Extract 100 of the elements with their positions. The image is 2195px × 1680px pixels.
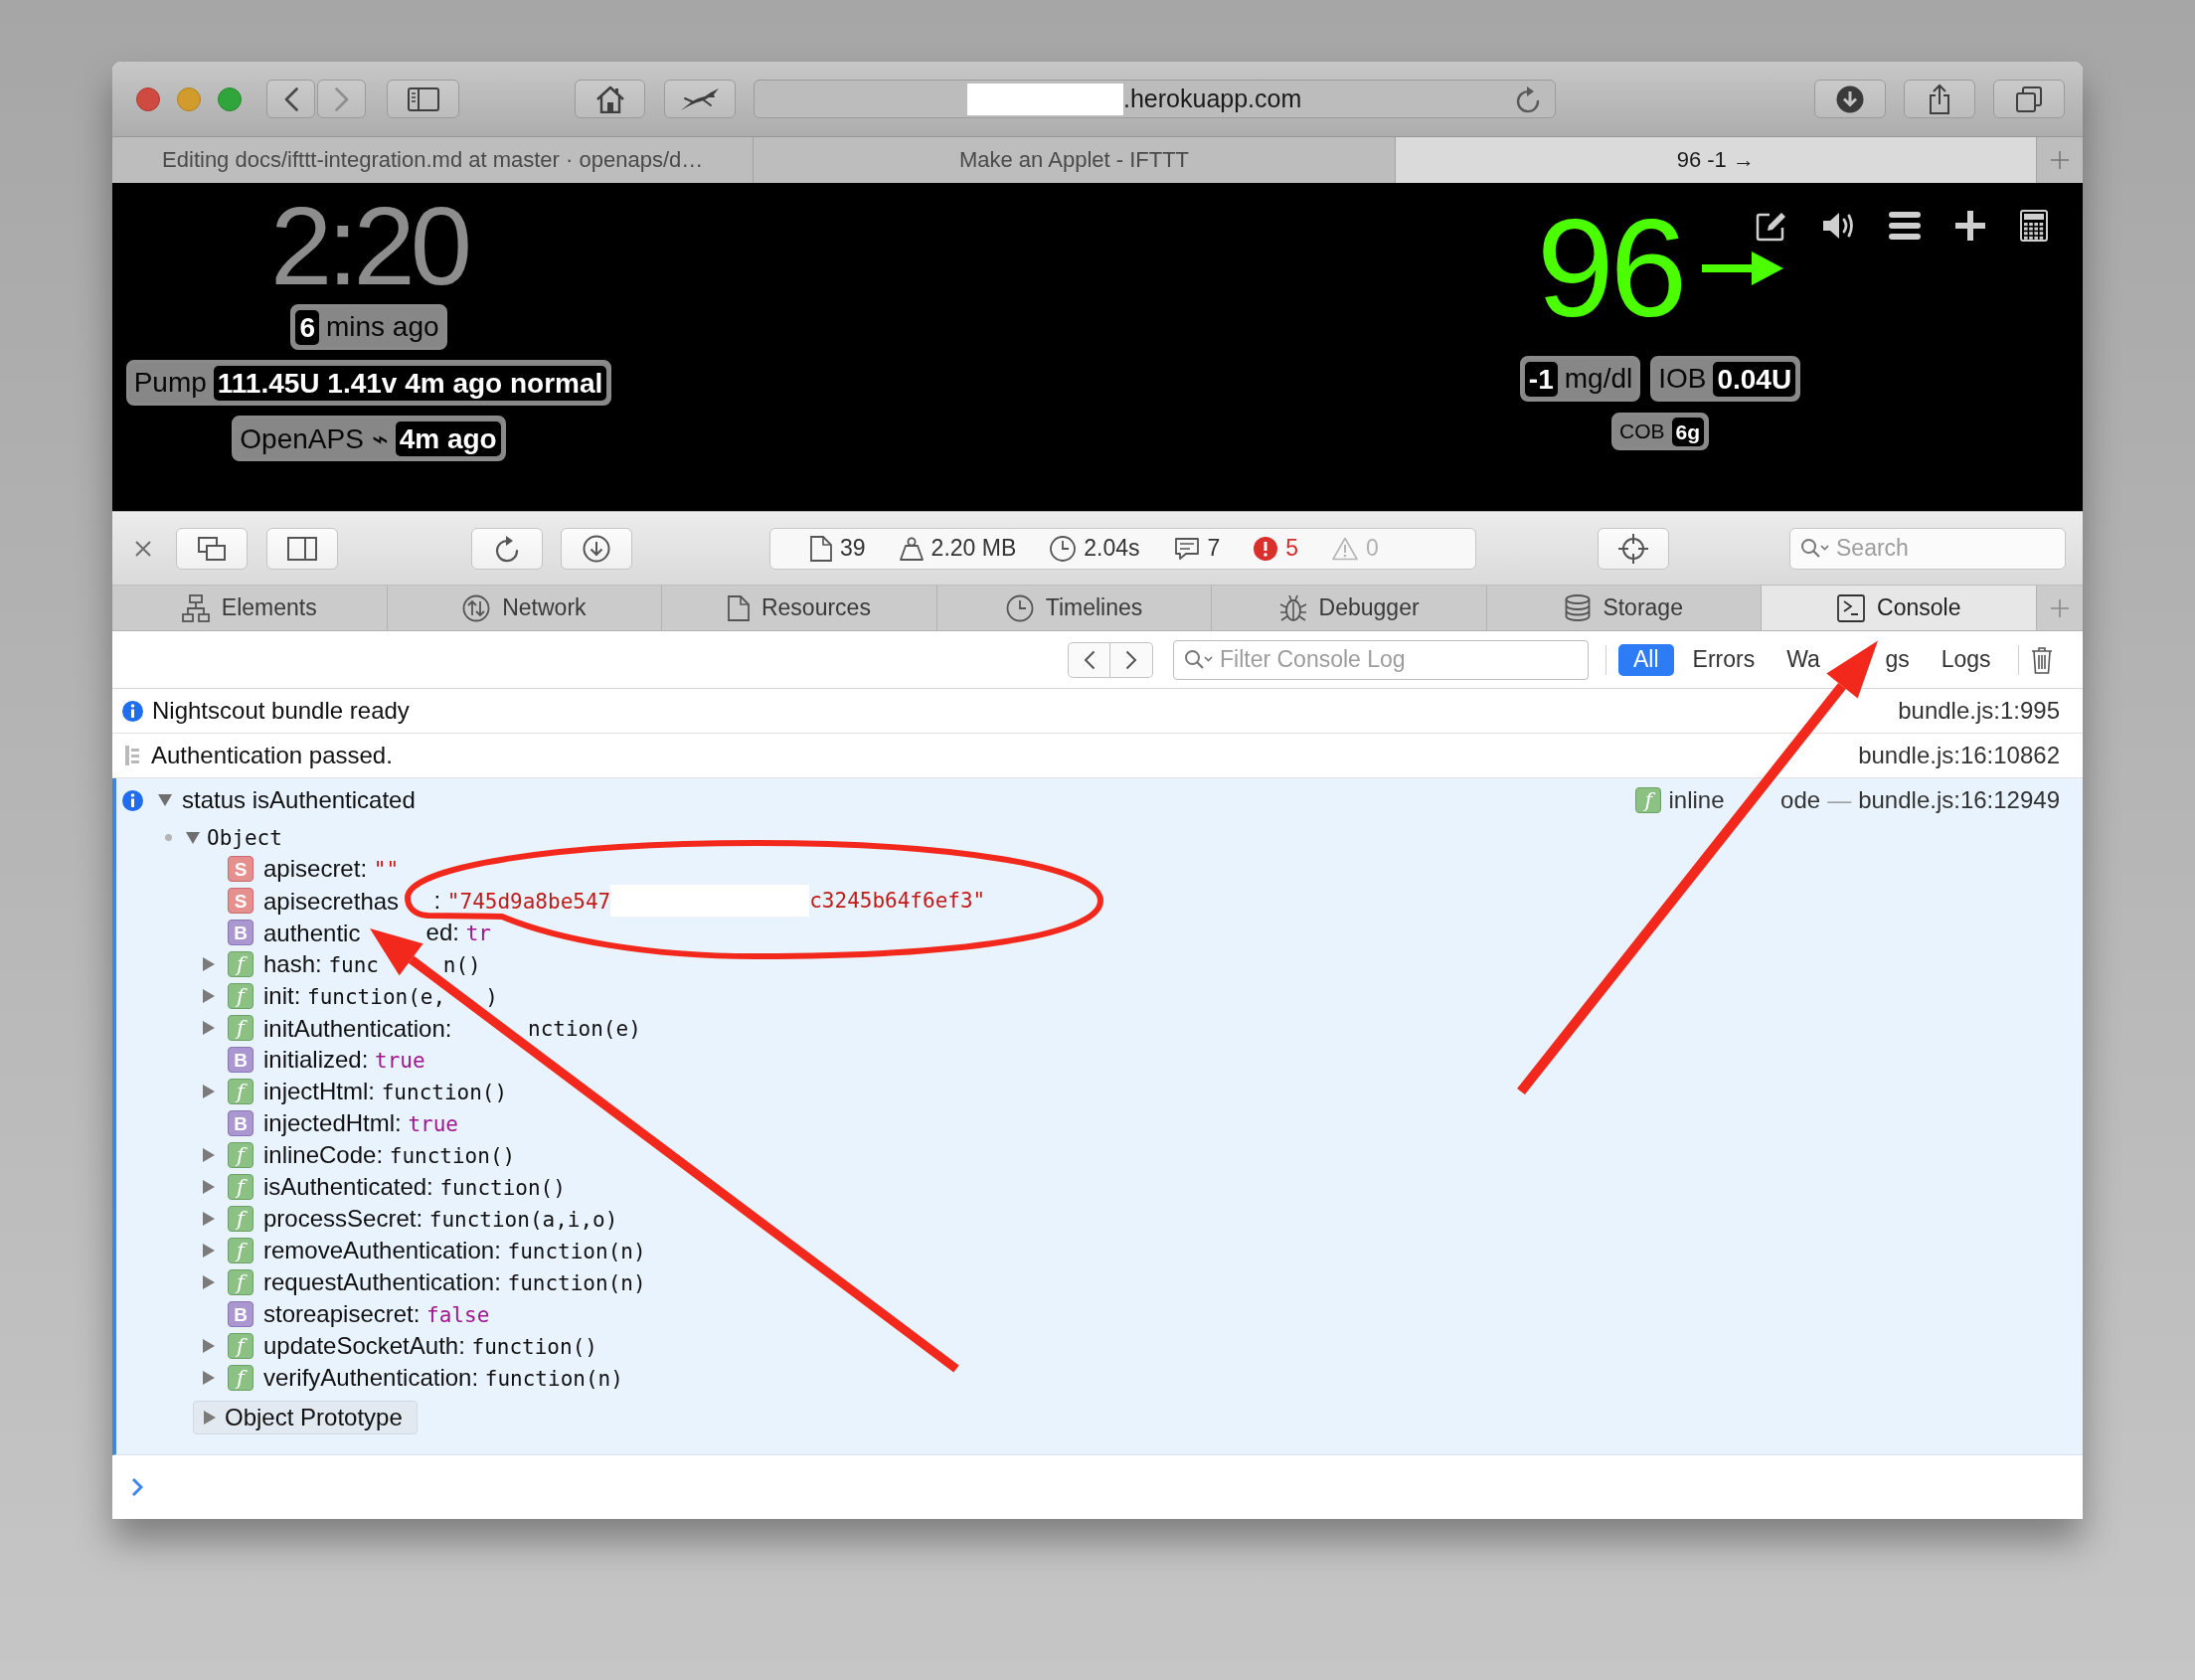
disclosure-triangle-icon[interactable]: [203, 1371, 215, 1385]
property-text: injectHtml: function(): [263, 1080, 508, 1103]
share-button[interactable]: [1904, 80, 1975, 118]
address-field[interactable]: .herokuapp.com: [754, 80, 1556, 118]
type-badge: B: [228, 1301, 253, 1327]
menu-icon[interactable]: [1889, 212, 1921, 240]
pill-value: 0.04U: [1713, 361, 1796, 397]
level-filter-button[interactable]: Wa gs: [1773, 643, 1923, 676]
disclosure-triangle-icon[interactable]: [203, 1244, 215, 1258]
back-button[interactable]: [266, 80, 315, 118]
overlapping-windows-icon: [198, 536, 226, 561]
function-name: inline: [1668, 786, 1725, 814]
pill-value: 6: [295, 309, 319, 345]
disclosure-triangle-icon[interactable]: [203, 1085, 215, 1098]
level-filter-button[interactable]: Logs: [1928, 643, 2004, 676]
type-badge: f: [228, 1206, 253, 1232]
prototype-button[interactable]: Object Prototype: [193, 1401, 418, 1434]
downloads-button[interactable]: [1814, 80, 1886, 118]
disclosure-triangle-icon[interactable]: [186, 831, 200, 844]
property-text: injectedHtml: true: [263, 1111, 458, 1135]
disclosure-triangle-icon[interactable]: [203, 1339, 215, 1353]
devtools-tab[interactable]: Debugger: [1212, 586, 1487, 630]
leaping-animal-icon: [680, 86, 720, 111]
source-link[interactable]: bundle.js:16:12949: [1858, 786, 2060, 814]
disclosure-triangle-icon[interactable]: [203, 1021, 215, 1035]
page-size: 2.20 MB: [930, 535, 1017, 562]
type-badge: S: [228, 856, 253, 882]
type-badge: f: [228, 1015, 253, 1041]
property-text: storeapisecret: false: [263, 1302, 490, 1326]
property-text: ed: tr: [425, 921, 491, 944]
extension-button[interactable]: [664, 80, 736, 118]
object-label: Object: [207, 825, 282, 850]
pill-label: OpenAPS ⌁: [239, 421, 390, 455]
undock-button[interactable]: [176, 527, 248, 570]
source-link[interactable]: bundle.js:1:995: [1898, 697, 2060, 725]
devtools-tab[interactable]: Timelines: [936, 586, 1213, 630]
disclosure-triangle-icon[interactable]: [203, 1148, 215, 1162]
disclosure-triangle-icon[interactable]: [203, 957, 215, 971]
resource-count: 39: [840, 535, 866, 562]
property-text: nction(e): [528, 1016, 641, 1040]
speech-bubble-icon[interactable]: [1173, 536, 1200, 561]
property-text: n(): [442, 952, 481, 976]
previous-button[interactable]: [1068, 641, 1110, 678]
search-field[interactable]: Search: [1789, 527, 2066, 570]
dock-side-button[interactable]: [266, 527, 338, 570]
pill-label: mins ago: [324, 311, 440, 343]
plus-icon: [2051, 598, 2070, 617]
document-icon[interactable]: [810, 535, 832, 562]
console-input-field[interactable]: [112, 1455, 2083, 1519]
filter-field[interactable]: Filter Console Log: [1173, 639, 1589, 680]
disclosure-triangle-icon[interactable]: [203, 1212, 215, 1226]
weight-icon[interactable]: [899, 536, 924, 561]
disclosure-triangle-icon[interactable]: [203, 1180, 215, 1194]
calculator-icon[interactable]: [2020, 210, 2048, 242]
right-arrow-icon: [1702, 251, 1784, 286]
devtools-tab[interactable]: Console: [1762, 586, 2038, 630]
pill-value: -1: [1524, 361, 1558, 397]
type-badge: f: [228, 983, 253, 1009]
browser-tab[interactable]: 96 -1 →: [1395, 137, 2037, 183]
devtools-tab[interactable]: Elements: [112, 586, 388, 630]
trash-icon[interactable]: [2030, 645, 2053, 674]
download-button[interactable]: [561, 527, 632, 570]
reload-button[interactable]: [471, 527, 543, 570]
chevron-left-icon: [1083, 649, 1096, 670]
close-window-icon[interactable]: [136, 86, 160, 111]
clock-time: 2:20: [270, 191, 467, 302]
level-filter-button[interactable]: Errors: [1679, 643, 1769, 676]
plus-icon[interactable]: [1954, 210, 1986, 242]
crosshair-icon: [1618, 533, 1648, 564]
type-badge: f: [228, 1269, 253, 1295]
level-filter-button[interactable]: All: [1618, 643, 1674, 676]
speaker-icon[interactable]: [1821, 211, 1855, 241]
edit-icon[interactable]: [1756, 210, 1787, 242]
pill-value: 6g: [1671, 417, 1704, 446]
disclosure-triangle-icon[interactable]: [204, 1411, 216, 1425]
close-icon[interactable]: [134, 539, 152, 558]
up-down-arrows-icon: [462, 593, 491, 622]
disclosure-triangle-icon[interactable]: [203, 1275, 215, 1289]
source-link[interactable]: bundle.js:16:10862: [1858, 742, 2060, 769]
disclosure-triangle-icon[interactable]: [158, 794, 172, 806]
error-icon[interactable]: [1254, 536, 1278, 561]
disclosure-triangle-icon[interactable]: [203, 989, 215, 1003]
reload-icon: [494, 534, 520, 563]
property-value: c3245b64f6ef3": [809, 890, 986, 912]
database-icon: [1565, 593, 1592, 622]
devtools-tab[interactable]: Resources: [662, 586, 937, 630]
inspect-button[interactable]: [1598, 527, 1669, 570]
clock-icon[interactable]: [1050, 535, 1077, 562]
reload-icon[interactable]: [1515, 84, 1541, 113]
next-button[interactable]: [1110, 641, 1153, 678]
message-text: Nightscout bundle ready: [152, 697, 410, 725]
type-badge: f: [228, 1174, 253, 1200]
overlapping-squares-icon: [2016, 85, 2042, 112]
chevron-left-icon: [283, 86, 298, 111]
sidebar-button[interactable]: [387, 80, 459, 118]
show-tabs-button[interactable]: [1993, 80, 2065, 118]
type-badge: f: [228, 1079, 253, 1104]
glucose-reading: 96: [1536, 199, 1684, 338]
home-button[interactable]: [575, 80, 645, 118]
devtools-tab[interactable]: Network: [387, 586, 663, 630]
